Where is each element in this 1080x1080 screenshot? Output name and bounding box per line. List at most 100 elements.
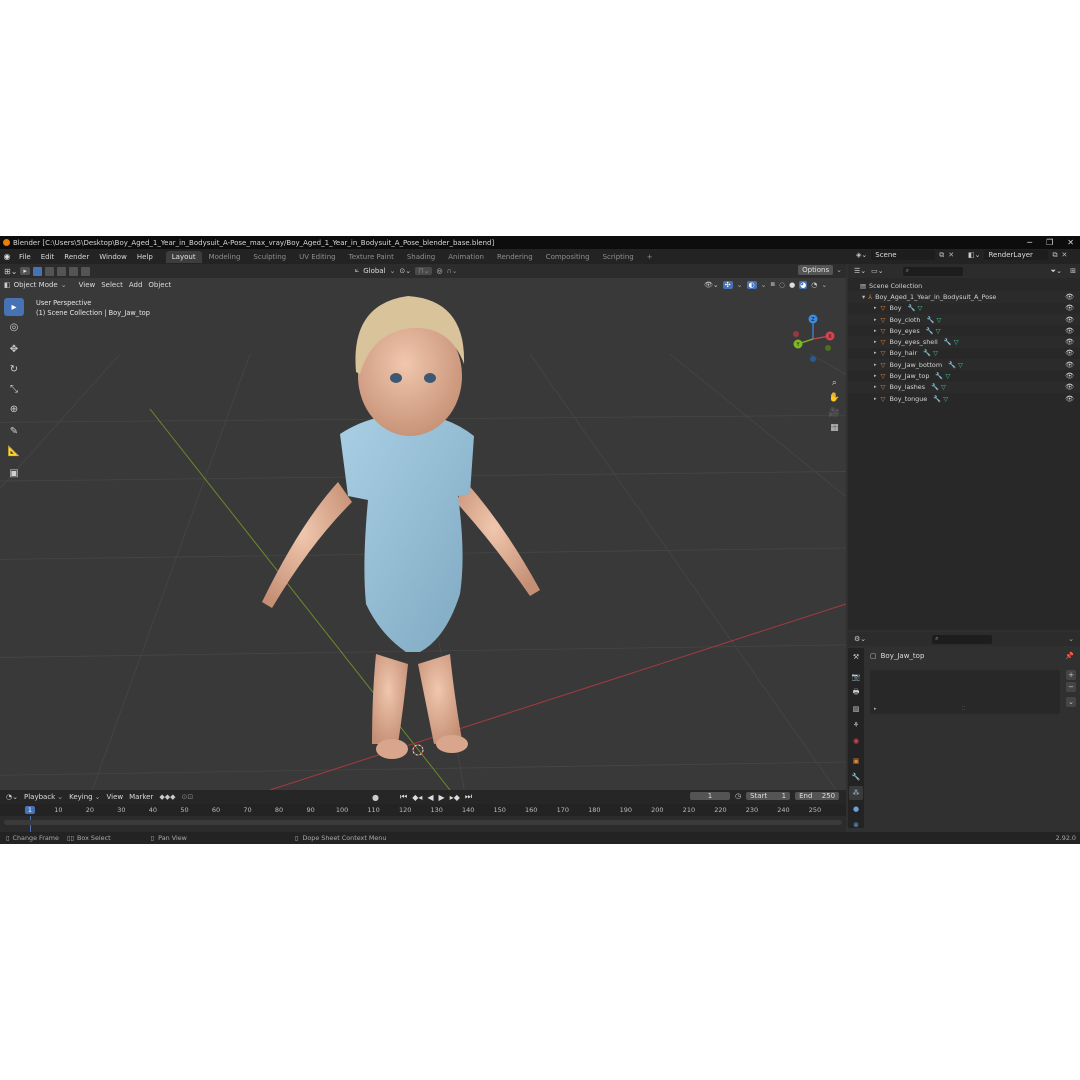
menu-keying[interactable]: Keying: [69, 793, 93, 801]
list-expand-icon[interactable]: ▸: [874, 706, 877, 712]
outliner-item[interactable]: ▸ ▽ Boy_hair 🔧 ▽ 👁: [848, 348, 1080, 359]
outliner-item[interactable]: ▸ ▽ Boy 🔧 ▽ 👁: [848, 303, 1080, 314]
playhead[interactable]: 1: [24, 806, 36, 814]
modifier-wrench-icon[interactable]: 🔧: [935, 372, 943, 380]
proportional-edit-icon[interactable]: ◎: [436, 267, 442, 275]
render-layer-field[interactable]: RenderLayer: [984, 250, 1049, 260]
display-mode-icon[interactable]: ▭⌄: [871, 267, 883, 275]
play-button[interactable]: ▶: [439, 793, 445, 802]
mesh-data-icon[interactable]: ▽: [936, 327, 941, 335]
add-workspace-button[interactable]: +: [641, 251, 659, 263]
play-reverse-button[interactable]: ◀: [427, 793, 433, 802]
wireframe-shading-icon[interactable]: ◌: [779, 281, 785, 289]
clock-icon[interactable]: ◷: [735, 792, 741, 800]
xray-icon[interactable]: ⧈: [771, 280, 775, 289]
minimize-button[interactable]: ─: [1027, 238, 1032, 247]
world-tab-icon[interactable]: ◉: [849, 734, 863, 748]
navigation-gizmo[interactable]: Z Y X: [788, 314, 838, 364]
mesh-data-icon[interactable]: ▽: [941, 383, 946, 391]
select-mode-subtract-icon[interactable]: [56, 266, 66, 276]
render-tab-icon[interactable]: 📷: [849, 670, 863, 684]
modifier-wrench-icon[interactable]: 🔧: [926, 327, 934, 335]
visibility-eye-icon[interactable]: 👁: [1065, 327, 1074, 335]
mesh-data-icon[interactable]: ▽: [933, 349, 938, 357]
modifier-wrench-icon[interactable]: 🔧: [926, 316, 934, 324]
menu-view[interactable]: View: [79, 281, 96, 289]
close-button[interactable]: ✕: [1067, 238, 1074, 247]
visibility-eye-icon[interactable]: 👁: [1065, 349, 1074, 357]
menu-select[interactable]: Select: [101, 281, 123, 289]
slot-menu-button[interactable]: ⌄: [1066, 697, 1076, 707]
visibility-icon[interactable]: 👁⌄: [704, 281, 719, 289]
outliner-editor-icon[interactable]: ☰⌄: [854, 267, 866, 275]
chevron-down-icon[interactable]: ⌄: [1068, 635, 1074, 643]
maximize-button[interactable]: ❐: [1046, 238, 1053, 247]
outliner-item[interactable]: ▸ ▽ Boy_eyes_shell 🔧 ▽ 👁: [848, 336, 1080, 348]
menu-object[interactable]: Object: [148, 281, 171, 289]
expand-arrow-icon[interactable]: ▸: [874, 362, 877, 368]
material-shading-icon[interactable]: ◕: [799, 280, 808, 289]
visibility-eye-icon[interactable]: 👁: [1065, 372, 1074, 380]
grid-perspective-icon[interactable]: ▦: [830, 423, 839, 433]
outliner-item[interactable]: ▸ ▽ Boy_Jaw_top 🔧 ▽ 👁: [848, 370, 1080, 381]
tab-sculpting[interactable]: Sculpting: [247, 251, 292, 263]
tab-modeling[interactable]: Modeling: [203, 251, 247, 263]
outliner-item[interactable]: ▸ ▽ Boy_tongue 🔧 ▽ 👁: [848, 393, 1080, 404]
cursor-tool[interactable]: ◎: [4, 318, 24, 336]
list-resize-handle[interactable]: ⁚⁚: [962, 706, 965, 712]
modifier-wrench-icon[interactable]: 🔧: [931, 383, 939, 391]
tab-animation[interactable]: Animation: [442, 251, 490, 263]
mesh-data-icon[interactable]: ▽: [945, 372, 950, 380]
prev-keyframe-button[interactable]: ◆◂: [412, 793, 422, 802]
snap-icon[interactable]: ⊓⌄: [415, 266, 433, 275]
remove-slot-button[interactable]: −: [1066, 682, 1076, 692]
mesh-data-icon[interactable]: ▽: [958, 361, 963, 369]
copy-layer-icon[interactable]: ⧉: [1052, 251, 1057, 260]
scale-tool[interactable]: ⤡: [4, 380, 24, 398]
editor-type-icon[interactable]: ⊞⌄: [4, 267, 17, 276]
tab-scripting[interactable]: Scripting: [597, 251, 640, 263]
pan-hand-icon[interactable]: ✋: [829, 393, 840, 403]
solid-shading-icon[interactable]: ●: [789, 281, 795, 289]
start-frame-field[interactable]: Start 1: [746, 792, 791, 800]
scene-tab-icon[interactable]: ⚘: [849, 718, 863, 732]
expand-arrow-icon[interactable]: ▸: [874, 339, 877, 345]
mode-dropdown[interactable]: ◧ Object Mode ⌄: [4, 281, 67, 289]
visibility-eye-icon[interactable]: 👁: [1065, 293, 1074, 301]
properties-editor-icon[interactable]: ⚙⌄: [854, 635, 866, 643]
particles-tab-icon[interactable]: ⁂: [849, 786, 863, 800]
timeline-editor-icon[interactable]: ◔⌄: [6, 793, 18, 801]
select-tool-icon[interactable]: ▸: [20, 267, 30, 275]
tab-shading[interactable]: Shading: [401, 251, 441, 263]
outliner-item[interactable]: ▸ ▽ Boy_lashes 🔧 ▽ 👁: [848, 381, 1080, 393]
new-collection-icon[interactable]: ⊞: [1070, 267, 1076, 275]
timeline-scrollbar[interactable]: [4, 820, 842, 825]
visibility-eye-icon[interactable]: 👁: [1065, 304, 1074, 312]
select-mode-intersect-icon[interactable]: [80, 266, 90, 276]
next-keyframe-button[interactable]: ▸◆: [450, 793, 460, 802]
expand-arrow-icon[interactable]: ▸: [874, 305, 877, 311]
jump-end-button[interactable]: ⏭: [465, 792, 472, 802]
pivot-point-icon[interactable]: ⊙⌄: [399, 267, 411, 275]
select-mode-new-icon[interactable]: [32, 266, 42, 276]
visibility-eye-icon[interactable]: 👁: [1065, 395, 1074, 403]
menu-window[interactable]: Window: [94, 253, 132, 261]
rendered-shading-icon[interactable]: ◔: [811, 281, 817, 289]
outliner-item[interactable]: ▸ ▽ Boy_Jaw_bottom 🔧 ▽ 👁: [848, 359, 1080, 371]
3d-viewport[interactable]: ⊞⌄ ▸ ⟀ Global ⌄ ⊙⌄ ⊓⌄ ◎ ∩⌄ Options ⌄ ◧ O…: [0, 264, 846, 790]
menu-playback[interactable]: Playback: [24, 793, 55, 801]
jump-start-button[interactable]: ⏮: [400, 792, 407, 802]
measure-tool[interactable]: 📐: [4, 442, 24, 460]
visibility-eye-icon[interactable]: 👁: [1065, 361, 1074, 369]
current-frame-field[interactable]: 1: [690, 792, 730, 800]
tab-compositing[interactable]: Compositing: [540, 251, 596, 263]
menu-render[interactable]: Render: [59, 253, 94, 261]
menu-help[interactable]: Help: [132, 253, 158, 261]
select-mode-invert-icon[interactable]: [68, 266, 78, 276]
auto-key-icon[interactable]: ⊙⊡: [181, 793, 193, 801]
outliner-search-input[interactable]: ⌕: [902, 266, 963, 276]
tab-uv-editing[interactable]: UV Editing: [293, 251, 342, 263]
baby-model[interactable]: [262, 296, 540, 759]
record-button[interactable]: ●: [372, 793, 379, 802]
modifier-wrench-icon[interactable]: 🔧: [948, 361, 956, 369]
